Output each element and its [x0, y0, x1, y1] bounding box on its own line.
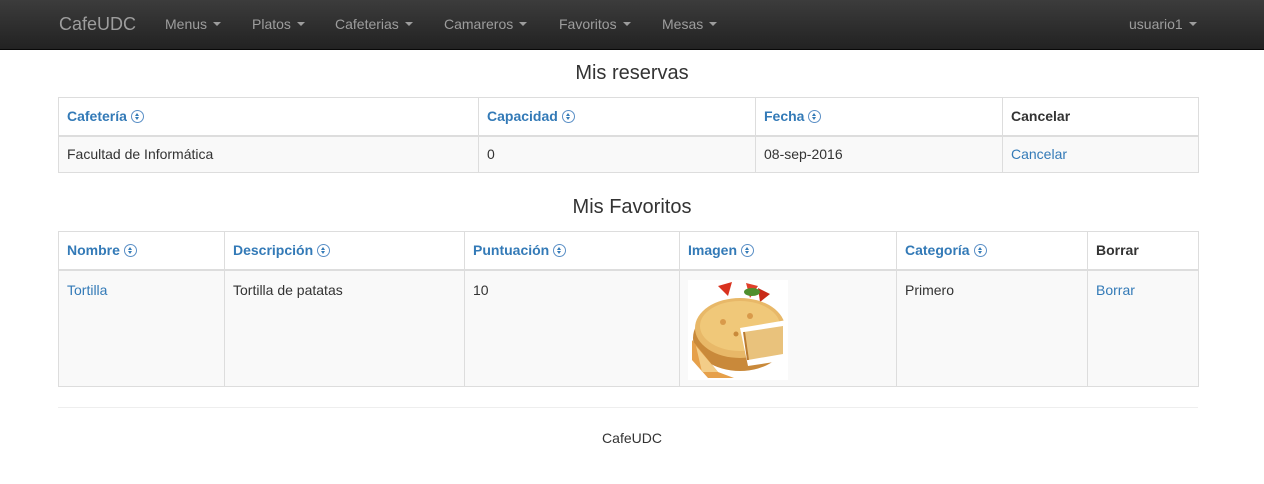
nav-platos-dropdown[interactable]: Platos [252, 0, 305, 50]
sort-icon[interactable] [973, 244, 987, 258]
cell-capacidad: 0 [478, 135, 756, 173]
sort-descripcion-link[interactable]: Descripción [233, 242, 331, 259]
caret-down-icon [404, 22, 413, 27]
table-header-row: Nombre Descripción Puntuación Imagen Cat… [58, 231, 1199, 271]
column-header-fecha: Fecha [755, 97, 1003, 137]
caret-down-icon [709, 22, 718, 27]
caret-down-icon [622, 22, 631, 27]
column-label: Imagen [688, 242, 738, 259]
reservas-title: Mis reservas [575, 62, 689, 84]
table-row: Facultad de Informática 0 08-sep-2016 Ca… [58, 135, 1199, 173]
reservas-table: Cafetería Capacidad Fecha Cancelar Facul… [58, 97, 1199, 173]
column-header-cancelar: Cancelar [1002, 97, 1199, 137]
column-header-cafeteria: Cafetería [58, 97, 479, 137]
column-label: Puntuación [473, 242, 550, 259]
cell-cafeteria: Facultad de Informática [58, 135, 479, 173]
sort-icon[interactable] [741, 244, 755, 258]
nav-camareros-label: Camareros [444, 16, 514, 32]
cell-puntuacion: 10 [464, 269, 680, 387]
column-label: Capacidad [487, 108, 558, 125]
sort-icon[interactable] [317, 244, 331, 258]
footer-divider [58, 407, 1198, 408]
column-label: Categoría [905, 242, 970, 259]
delete-favorite-link[interactable]: Borrar [1096, 282, 1135, 298]
sort-fecha-link[interactable]: Fecha [764, 108, 822, 125]
sort-puntuacion-link[interactable]: Puntuación [473, 242, 567, 259]
sort-icon[interactable] [561, 110, 575, 124]
column-header-descripcion: Descripción [224, 231, 465, 271]
column-header-puntuacion: Puntuación [464, 231, 680, 271]
page-footer: CafeUDC [602, 430, 662, 446]
cell-borrar: Borrar [1087, 269, 1199, 387]
user-name-label: usuario1 [1129, 16, 1183, 32]
sort-nombre-link[interactable]: Nombre [67, 242, 137, 258]
cell-descripcion: Tortilla de patatas [224, 269, 465, 387]
cell-cancelar: Cancelar [1002, 135, 1199, 173]
column-label: Borrar [1096, 242, 1139, 259]
nav-menus-label: Menus [165, 16, 208, 32]
sort-cafeteria-link[interactable]: Cafetería [67, 108, 144, 124]
nav-cafeterias-label: Cafeterias [335, 16, 399, 32]
cell-categoria: Primero [896, 269, 1088, 387]
column-label: Descripción [233, 242, 314, 259]
nav-mesas-label: Mesas [662, 16, 704, 32]
dish-name-link[interactable]: Tortilla [67, 282, 107, 298]
caret-down-icon [296, 22, 305, 27]
column-label: Cancelar [1011, 108, 1071, 125]
sort-icon[interactable] [130, 110, 144, 124]
favoritos-table: Nombre Descripción Puntuación Imagen Cat… [58, 231, 1199, 387]
sort-icon[interactable] [123, 244, 137, 258]
tortilla-photo [688, 279, 788, 380]
caret-down-icon [519, 22, 528, 27]
sort-capacidad-link[interactable]: Capacidad [487, 108, 575, 124]
column-header-categoria: Categoría [896, 231, 1088, 271]
user-menu-dropdown[interactable]: usuario1 [1129, 0, 1197, 50]
cell-nombre: Tortilla [58, 269, 225, 387]
sort-imagen-link[interactable]: Imagen [688, 242, 755, 259]
favoritos-title: Mis Favoritos [572, 196, 692, 218]
cancel-reservation-link[interactable]: Cancelar [1011, 146, 1067, 162]
table-header-row: Cafetería Capacidad Fecha Cancelar [58, 97, 1199, 137]
column-header-borrar: Borrar [1087, 231, 1199, 271]
sort-categoria-link[interactable]: Categoría [905, 242, 987, 258]
column-header-capacidad: Capacidad [478, 97, 756, 137]
nav-favoritos-label: Favoritos [559, 16, 617, 32]
brand-link[interactable]: CafeUDC [59, 0, 136, 50]
nav-camareros-dropdown[interactable]: Camareros [444, 0, 528, 50]
caret-down-icon [213, 22, 222, 27]
column-header-imagen: Imagen [679, 231, 897, 271]
column-header-nombre: Nombre [58, 231, 225, 271]
cell-fecha: 08-sep-2016 [755, 135, 1003, 173]
sort-icon[interactable] [553, 244, 567, 258]
nav-mesas-dropdown[interactable]: Mesas [662, 0, 718, 50]
table-row: Tortilla Tortilla de patatas 10 Primero … [58, 269, 1199, 387]
column-label: Cafetería [67, 108, 127, 125]
sort-icon[interactable] [808, 110, 822, 124]
top-navbar: CafeUDC Menus Platos Cafeterias Camarero… [0, 0, 1264, 50]
column-label: Nombre [67, 242, 120, 259]
column-label: Fecha [764, 108, 805, 125]
nav-platos-label: Platos [252, 16, 291, 32]
nav-menus-dropdown[interactable]: Menus [165, 0, 222, 50]
cell-imagen [679, 269, 897, 387]
nav-favoritos-dropdown[interactable]: Favoritos [559, 0, 631, 50]
caret-down-icon [1188, 22, 1197, 27]
nav-cafeterias-dropdown[interactable]: Cafeterias [335, 0, 413, 50]
